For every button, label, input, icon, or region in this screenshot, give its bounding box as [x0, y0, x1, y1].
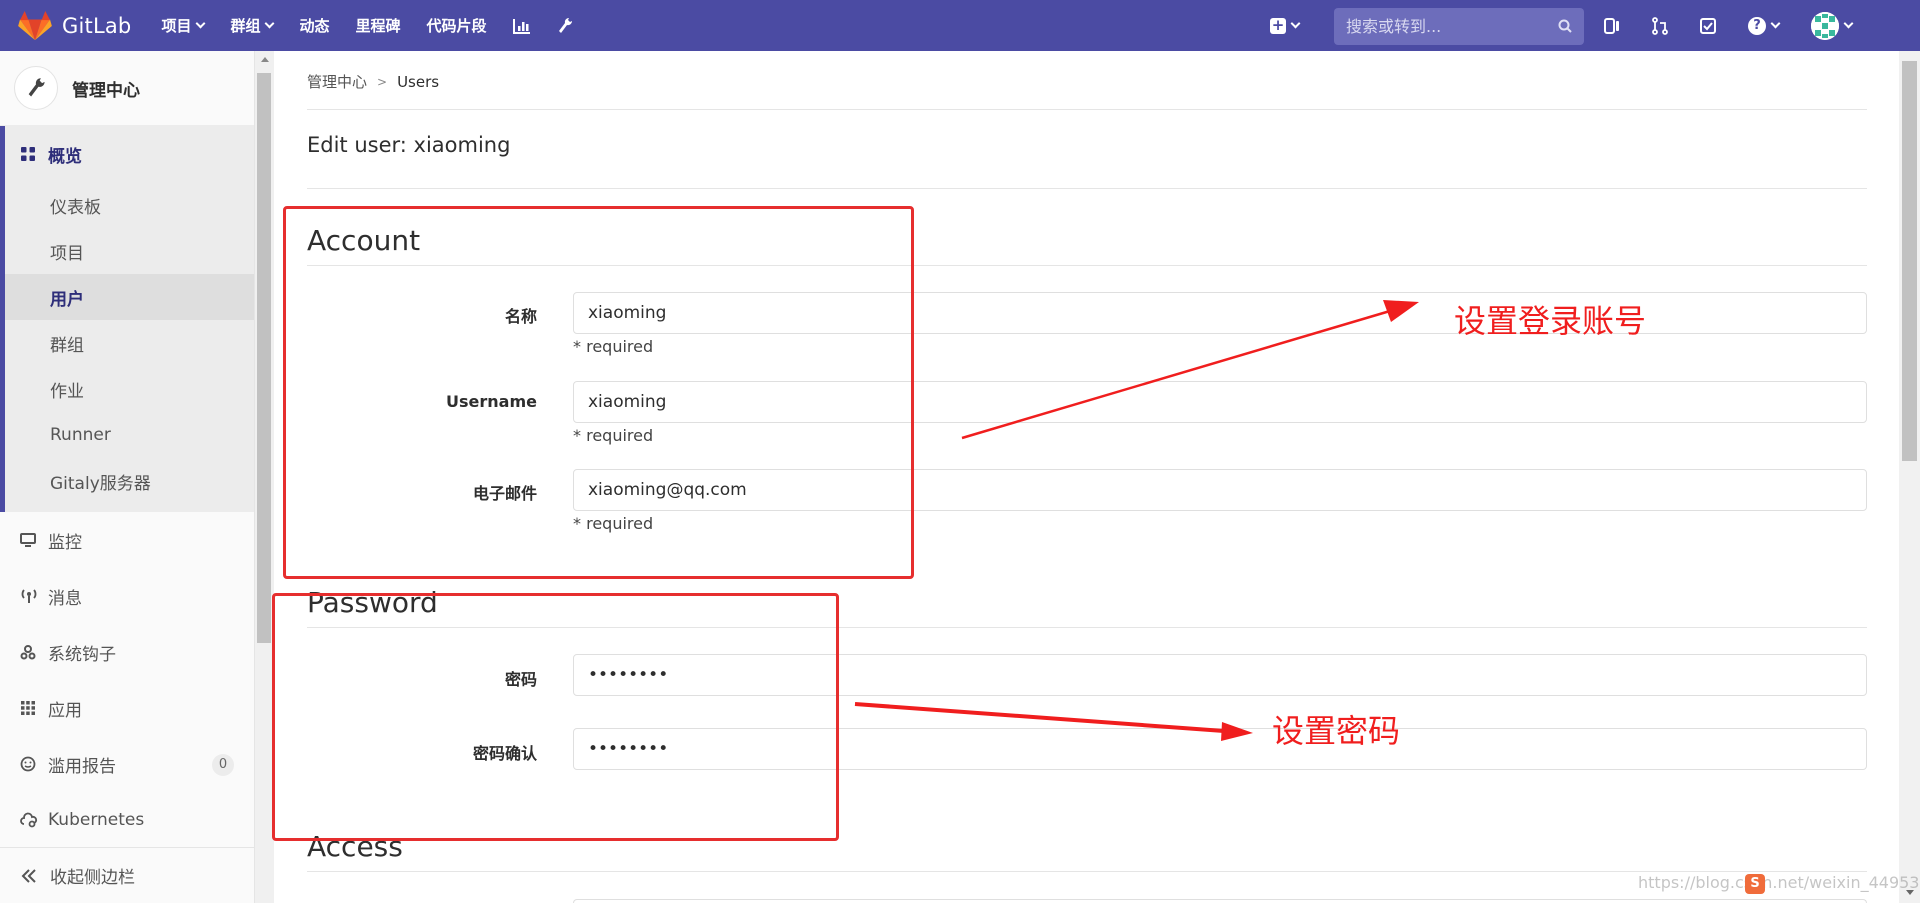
- sidebar: 管理中心 概览 仪表板 项目 用户 群组 作业 Runner Gitaly服务器…: [0, 51, 255, 903]
- chevron-down-icon: [196, 18, 206, 29]
- merge-request-icon[interactable]: [1652, 16, 1668, 35]
- new-dropdown[interactable]: +: [1270, 0, 1301, 51]
- divider: [307, 109, 1867, 110]
- nav-milestones[interactable]: 里程碑: [356, 15, 401, 36]
- analytics-icon[interactable]: [512, 18, 531, 34]
- sidebar-item-applications[interactable]: 应用: [0, 680, 254, 736]
- admin-wrench-icon[interactable]: [557, 17, 573, 35]
- user-menu[interactable]: [1811, 11, 1854, 40]
- chevron-down-icon: [1843, 18, 1854, 29]
- nav-groups[interactable]: 群组: [230, 15, 275, 36]
- breadcrumb-parent-link[interactable]: 管理中心: [307, 71, 367, 92]
- todo-icon[interactable]: [1700, 17, 1716, 34]
- sidebar-sub-users[interactable]: 用户: [5, 274, 254, 320]
- chevron-down-icon: [1770, 18, 1781, 29]
- chevron-right-icon: >: [377, 74, 388, 89]
- annotation-box-password: [272, 593, 839, 841]
- watermark: https://blog.csdn.net/weixin_44953658: [1638, 873, 1920, 892]
- scroll-up-arrow-icon[interactable]: [261, 57, 269, 62]
- sidebar-item-label: 滥用报告: [48, 756, 116, 777]
- sidebar-item-label: 监控: [48, 532, 82, 553]
- sidebar-scrollbar-thumb[interactable]: [257, 73, 271, 643]
- annotation-password-note: 设置密码: [1272, 712, 1401, 750]
- search-icon: [1558, 19, 1572, 33]
- collapse-sidebar-label: 收起侧边栏: [50, 868, 135, 888]
- nav-snippets[interactable]: 代码片段: [427, 15, 487, 36]
- nav-projects[interactable]: 项目: [161, 15, 206, 36]
- sidebar-sub-groups[interactable]: 群组: [5, 320, 254, 366]
- divider: [307, 188, 1867, 189]
- csdn-logo-icon: S: [1745, 874, 1765, 894]
- page-scrollbar-thumb[interactable]: [1902, 61, 1917, 461]
- wrench-icon: [14, 66, 58, 110]
- nav-groups-label: 群组: [230, 17, 261, 35]
- page-scrollbar[interactable]: [1899, 51, 1920, 903]
- chevron-down-icon: [1290, 18, 1301, 29]
- sidebar-sub-jobs[interactable]: 作业: [5, 366, 254, 412]
- smiley-icon: [20, 756, 38, 772]
- gitlab-logo-icon: [18, 10, 52, 40]
- sidebar-item-label: Kubernetes: [48, 810, 145, 830]
- annotation-account-note: 设置登录账号: [1454, 302, 1647, 340]
- sidebar-item-messages[interactable]: 消息: [0, 568, 254, 624]
- sidebar-item-label: 应用: [48, 700, 82, 721]
- sidebar-item-monitoring[interactable]: 监控: [0, 512, 254, 568]
- apps-grid-icon: [20, 700, 38, 716]
- sidebar-item-label: 系统钩子: [48, 644, 116, 665]
- count-badge: 0: [212, 754, 234, 776]
- sidebar-item-label: 消息: [48, 588, 82, 609]
- issues-icon[interactable]: [1604, 17, 1620, 35]
- sidebar-item-label: 概览: [48, 146, 82, 167]
- avatar: [1811, 11, 1839, 40]
- search-box[interactable]: [1334, 8, 1584, 45]
- search-input[interactable]: [1346, 17, 1546, 36]
- sidebar-section-overview: 概览 仪表板 项目 用户 群组 作业 Runner Gitaly服务器: [0, 126, 254, 512]
- help-dropdown[interactable]: ?: [1748, 16, 1781, 35]
- monitor-icon: [20, 532, 38, 548]
- nav-projects-label: 项目: [161, 17, 192, 35]
- sidebar-item-abuse-reports[interactable]: 滥用报告 0: [0, 736, 254, 792]
- annotation-box-account: [283, 206, 914, 579]
- cloud-gear-icon: [20, 812, 38, 828]
- divider: [307, 871, 1867, 872]
- sidebar-sub-gitaly-servers[interactable]: Gitaly服务器: [5, 458, 254, 504]
- top-navbar: GitLab 项目 群组 动态 里程碑 代码片段 + 搜索或转到... ?: [0, 0, 1920, 51]
- sidebar-sub-projects[interactable]: 项目: [5, 228, 254, 274]
- chevron-down-icon: [265, 18, 275, 29]
- sidebar-header[interactable]: 管理中心: [0, 51, 254, 126]
- brand[interactable]: GitLab: [18, 0, 131, 51]
- breadcrumb: 管理中心 > Users: [307, 71, 439, 92]
- sidebar-sub-runners[interactable]: Runner: [5, 412, 254, 458]
- brand-name: GitLab: [62, 13, 132, 38]
- double-chevron-left-icon: [21, 868, 36, 883]
- collapse-sidebar-button[interactable]: 收起侧边栏: [0, 847, 254, 903]
- plus-square-icon: +: [1270, 15, 1286, 34]
- hook-icon: [20, 644, 38, 660]
- page-title: Edit user: xiaoming: [307, 133, 511, 157]
- breadcrumb-current[interactable]: Users: [397, 73, 439, 91]
- broadcast-icon: [20, 588, 38, 604]
- sidebar-title: 管理中心: [72, 80, 140, 101]
- dashboard-grid-icon: [21, 147, 35, 161]
- access-field-partial[interactable]: [573, 899, 1867, 903]
- help-icon: ?: [1748, 16, 1766, 35]
- sidebar-sub-dashboard[interactable]: 仪表板: [5, 182, 254, 228]
- nav-activity[interactable]: 动态: [299, 15, 329, 36]
- sidebar-item-system-hooks[interactable]: 系统钩子: [0, 624, 254, 680]
- sidebar-item-overview[interactable]: 概览: [5, 126, 254, 182]
- sidebar-item-kubernetes[interactable]: Kubernetes: [0, 792, 254, 848]
